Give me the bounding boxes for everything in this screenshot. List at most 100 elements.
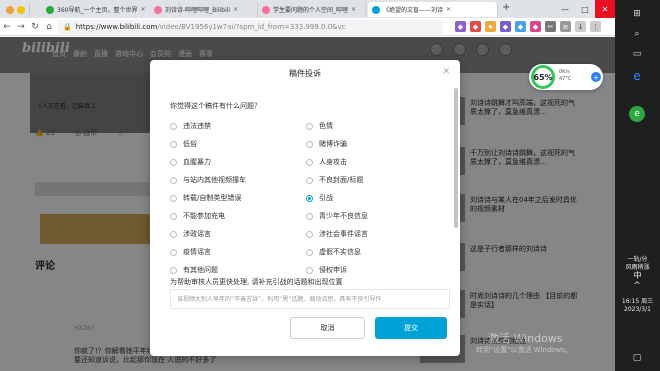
home-icon[interactable]: ⌂ (42, 22, 56, 32)
search-icon[interactable]: ⌕ (629, 26, 645, 42)
refresh-icon[interactable]: ↻ (28, 22, 42, 32)
extension-icon[interactable]: ◆ (455, 21, 466, 32)
radio-icon[interactable] (170, 176, 177, 184)
close-tab-icon[interactable]: ✕ (351, 6, 356, 13)
notification-icon[interactable]: ▢ (629, 350, 645, 366)
activation-watermark: 激活 Windows (488, 332, 563, 345)
tab-label: 360导航_一个主页，整个世界 (57, 7, 138, 14)
extension-bar: ◆ ◆ ★ ◆ ◆ ◆ ✂ ≡ ↓ ⋮ (455, 21, 601, 32)
favicon-icon (262, 5, 270, 14)
report-dialog: 稿件投诉 ✕ 你觉得这个稿件有什么问题？ 违法违禁 低俗 血腥暴力 与站内其他视… (150, 60, 460, 356)
help-text: 为帮助审核人员更快处理, 请补充引战的话题和出现位置 (170, 278, 343, 286)
address-toolbar: ← → ↻ ⌂ 🔒 https://www.bilibili.com /vide… (0, 18, 615, 36)
radio-icon[interactable] (170, 248, 177, 256)
reason-option[interactable]: 低俗 (170, 139, 197, 149)
reason-option[interactable]: 与站内其他视频撞车 (170, 175, 246, 185)
back-icon[interactable]: ← (0, 22, 14, 32)
tab-strip: 360导航_一个主页，整个世界 ✕ 刘诗诗-哔哩哔哩_Bilibili ✕ 学生… (0, 0, 615, 18)
reason-option[interactable]: 有其他问题 (170, 265, 218, 275)
close-tab-icon[interactable]: ✕ (140, 6, 145, 13)
download-icon[interactable]: ↓ (575, 21, 586, 32)
dialog-question: 你觉得这个稿件有什么问题？ (170, 102, 261, 110)
speed-percent: 65% (531, 65, 555, 89)
reason-option[interactable]: 虚假不实信息 (306, 247, 361, 257)
minimize-button[interactable]: — (555, 0, 575, 18)
radio-icon[interactable] (170, 194, 177, 202)
ime-indicator[interactable]: 中 (615, 272, 660, 280)
radio-checked-icon[interactable] (306, 194, 313, 202)
tab-label: 《绝望的文盲——刘诗 (383, 7, 444, 14)
submit-button[interactable]: 提交 (375, 317, 447, 339)
radio-icon[interactable] (170, 266, 177, 274)
menu-icon[interactable]: ≡ (560, 21, 571, 32)
close-tab-icon[interactable]: ✕ (446, 6, 451, 13)
tab-active-video[interactable]: 《绝望的文盲——刘诗 ✕ (368, 2, 498, 17)
speed-stats: 0K/s 47°C (559, 69, 572, 82)
close-window-button[interactable]: ✕ (595, 0, 615, 18)
radio-icon[interactable] (306, 212, 313, 220)
windows-taskbar: ⊞ ⌕ ▭ e e 一轨/分 风雨稍涨 ^ 中 16:15 周三 2023/3/… (615, 0, 660, 371)
extension-icon[interactable]: ◆ (470, 21, 481, 32)
extension-icon[interactable]: ★ (485, 21, 496, 32)
favicon-icon (154, 5, 162, 14)
favicon-icon (6, 5, 14, 14)
reason-option[interactable]: 涉社会事件谣言 (306, 229, 368, 239)
close-icon[interactable]: ✕ (442, 67, 450, 77)
tab-space[interactable]: 学生要问题的个人空间_哔哩 ✕ (258, 2, 366, 17)
radio-icon[interactable] (306, 248, 313, 256)
extension-icon[interactable]: ◆ (500, 21, 511, 32)
radio-icon[interactable] (306, 158, 313, 166)
tab-bilibili-search[interactable]: 刘诗诗-哔哩哔哩_Bilibili ✕ (150, 2, 258, 17)
tab-pinned[interactable] (2, 2, 30, 17)
favicon-icon (46, 5, 54, 14)
radio-icon[interactable] (170, 230, 177, 238)
browser-window: 360导航_一个主页，整个世界 ✕ 刘诗诗-哔哩哔哩_Bilibili ✕ 学生… (0, 0, 615, 371)
reason-option[interactable]: 色情 (306, 121, 333, 131)
radio-icon[interactable] (170, 212, 177, 220)
chevron-up-icon[interactable]: ^ (629, 278, 645, 294)
reason-option[interactable]: 青少年不良信息 (306, 211, 368, 221)
ie-icon[interactable]: e (629, 68, 645, 84)
reason-option[interactable]: 违法违禁 (170, 121, 211, 131)
radio-icon[interactable] (170, 140, 177, 148)
clock-time[interactable]: 16:15 周三 (615, 298, 660, 306)
radio-icon[interactable] (306, 140, 313, 148)
task-view-icon[interactable]: ▭ (629, 46, 645, 62)
extension-icon[interactable]: ◆ (515, 21, 526, 32)
scissors-icon[interactable]: ✂ (545, 21, 556, 32)
radio-icon[interactable] (306, 122, 313, 130)
description-textarea[interactable]: 该视频大别人早年的“不善言辞”，利用“黑”话题，煽动流思，具有不良引导作 (170, 289, 450, 309)
clock-date[interactable]: 2023/3/1 (615, 306, 660, 314)
reason-option[interactable]: 转载/自制类型错误 (170, 193, 241, 203)
reason-option[interactable]: 不能参加充电 (170, 211, 225, 221)
cancel-button[interactable]: 取消 (290, 317, 365, 339)
weather-text[interactable]: 一轨/分 (615, 256, 660, 264)
reason-option[interactable]: 疫情谣言 (170, 247, 211, 257)
window-controls: — □ ✕ (555, 0, 615, 18)
reason-option[interactable]: 不良封面/标题 (306, 175, 363, 185)
favicon-icon (372, 5, 380, 14)
forward-icon[interactable]: → (14, 22, 28, 32)
new-tab-icon[interactable]: + (502, 2, 510, 13)
url-input[interactable]: 🔒 https://www.bilibili.com /video/BV1956… (58, 20, 443, 34)
radio-icon[interactable] (170, 158, 177, 166)
start-icon[interactable]: ⊞ (629, 6, 645, 22)
reason-option[interactable]: 涉政谣言 (170, 229, 211, 239)
reason-option[interactable]: 人身攻击 (306, 157, 347, 167)
reason-option[interactable]: 血腥暴力 (170, 157, 211, 167)
radio-icon[interactable] (306, 230, 313, 238)
radio-icon[interactable] (306, 266, 313, 274)
reason-option[interactable]: 侵权申诉 (306, 265, 347, 275)
close-tab-icon[interactable]: ✕ (233, 6, 238, 13)
speed-widget[interactable]: 65% 0K/s 47°C + (529, 64, 603, 90)
reason-option[interactable]: 赌博诈骗 (306, 139, 347, 149)
dialog-scrollbar[interactable] (454, 88, 458, 228)
radio-icon[interactable] (170, 122, 177, 130)
reason-option-selected[interactable]: 引战 (306, 193, 333, 203)
maximize-button[interactable]: □ (575, 0, 595, 18)
360-browser-icon[interactable]: e (629, 106, 645, 122)
extension-icon[interactable]: ◆ (530, 21, 541, 32)
radio-icon[interactable] (306, 176, 313, 184)
plus-icon[interactable]: + (591, 72, 601, 82)
more-icon[interactable]: ⋮ (590, 21, 601, 32)
